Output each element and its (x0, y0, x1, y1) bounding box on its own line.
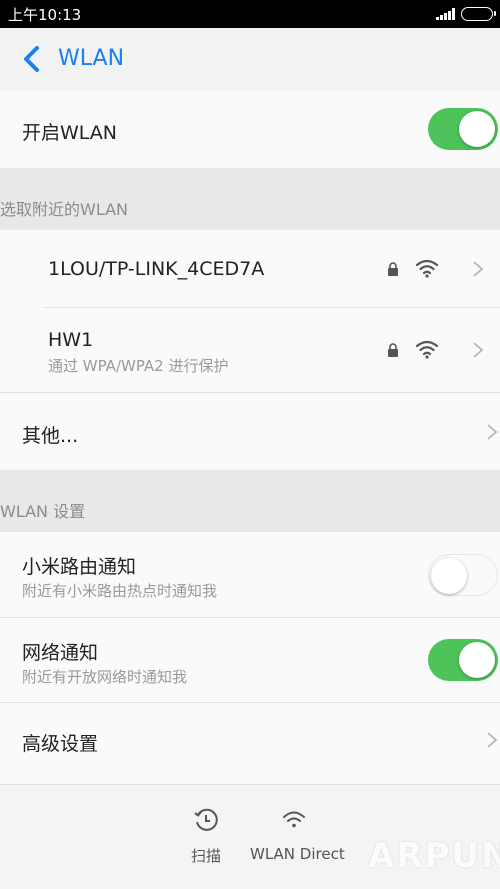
xiaomi-router-notify-row[interactable]: 小米路由通知 附近有小米路由热点时通知我 (0, 532, 500, 617)
signal-icon (436, 8, 456, 20)
wifi-icon (283, 811, 305, 828)
wlan-toggle-switch[interactable] (428, 108, 498, 150)
status-time: 上午10:13 (8, 6, 82, 24)
toggle-knob (459, 111, 495, 147)
network-item[interactable]: 1LOU/TP-LINK_4CED7A (0, 230, 500, 308)
chevron-right-icon (487, 732, 498, 748)
lock-icon (388, 262, 398, 276)
advanced-settings-row[interactable]: 高级设置 (0, 703, 500, 784)
wifi-signal-icon (415, 340, 439, 359)
toggle-knob (431, 558, 467, 594)
wlan-toggle-row[interactable]: 开启WLAN (0, 90, 500, 168)
network-notify-subtitle: 附近有开放网络时通知我 (22, 668, 188, 686)
top-bar: WLAN (0, 28, 500, 90)
other-network-label: 其他... (22, 425, 79, 447)
chevron-right-icon (473, 261, 484, 277)
wlan-direct-label: WLAN Direct (250, 845, 345, 863)
xiaomi-router-notify-subtitle: 附近有小米路由热点时通知我 (22, 582, 218, 600)
xiaomi-router-notify-label: 小米路由通知 (22, 556, 137, 578)
watermark-logo: ARPUN (368, 836, 500, 876)
lock-icon (388, 343, 398, 357)
scan-icon (194, 808, 218, 831)
wlan-direct-button[interactable]: WLAN Direct (246, 785, 345, 889)
page-title: WLAN (58, 46, 125, 71)
wlan-toggle-label: 开启WLAN (22, 122, 118, 144)
chevron-right-icon (473, 342, 484, 358)
toggle-knob (459, 642, 495, 678)
xiaomi-router-notify-switch[interactable] (428, 554, 498, 596)
network-ssid: HW1 (48, 329, 94, 351)
other-network-row[interactable]: 其他... (0, 393, 500, 470)
network-notify-row[interactable]: 网络通知 附近有开放网络时通知我 (0, 618, 500, 702)
scan-button[interactable]: 扫描 (180, 785, 232, 889)
settings-section-header: WLAN 设置 (0, 470, 500, 532)
settings-section-label: WLAN 设置 (0, 502, 86, 521)
scan-label: 扫描 (191, 847, 222, 865)
wifi-signal-icon (415, 259, 439, 278)
status-bar: 上午10:13 (0, 0, 500, 28)
network-security-subtitle: 通过 WPA/WPA2 进行保护 (48, 357, 229, 375)
network-notify-switch[interactable] (428, 639, 498, 681)
battery-icon (461, 7, 496, 21)
back-arrow-icon[interactable] (20, 45, 44, 73)
network-ssid: 1LOU/TP-LINK_4CED7A (48, 258, 265, 280)
advanced-settings-label: 高级设置 (22, 733, 99, 755)
network-notify-label: 网络通知 (22, 642, 99, 664)
nearby-section-label: 选取附近的WLAN (0, 200, 129, 219)
network-item[interactable]: HW1 通过 WPA/WPA2 进行保护 (0, 308, 500, 392)
chevron-right-icon (487, 424, 498, 440)
nearby-section-header: 选取附近的WLAN (0, 168, 500, 230)
